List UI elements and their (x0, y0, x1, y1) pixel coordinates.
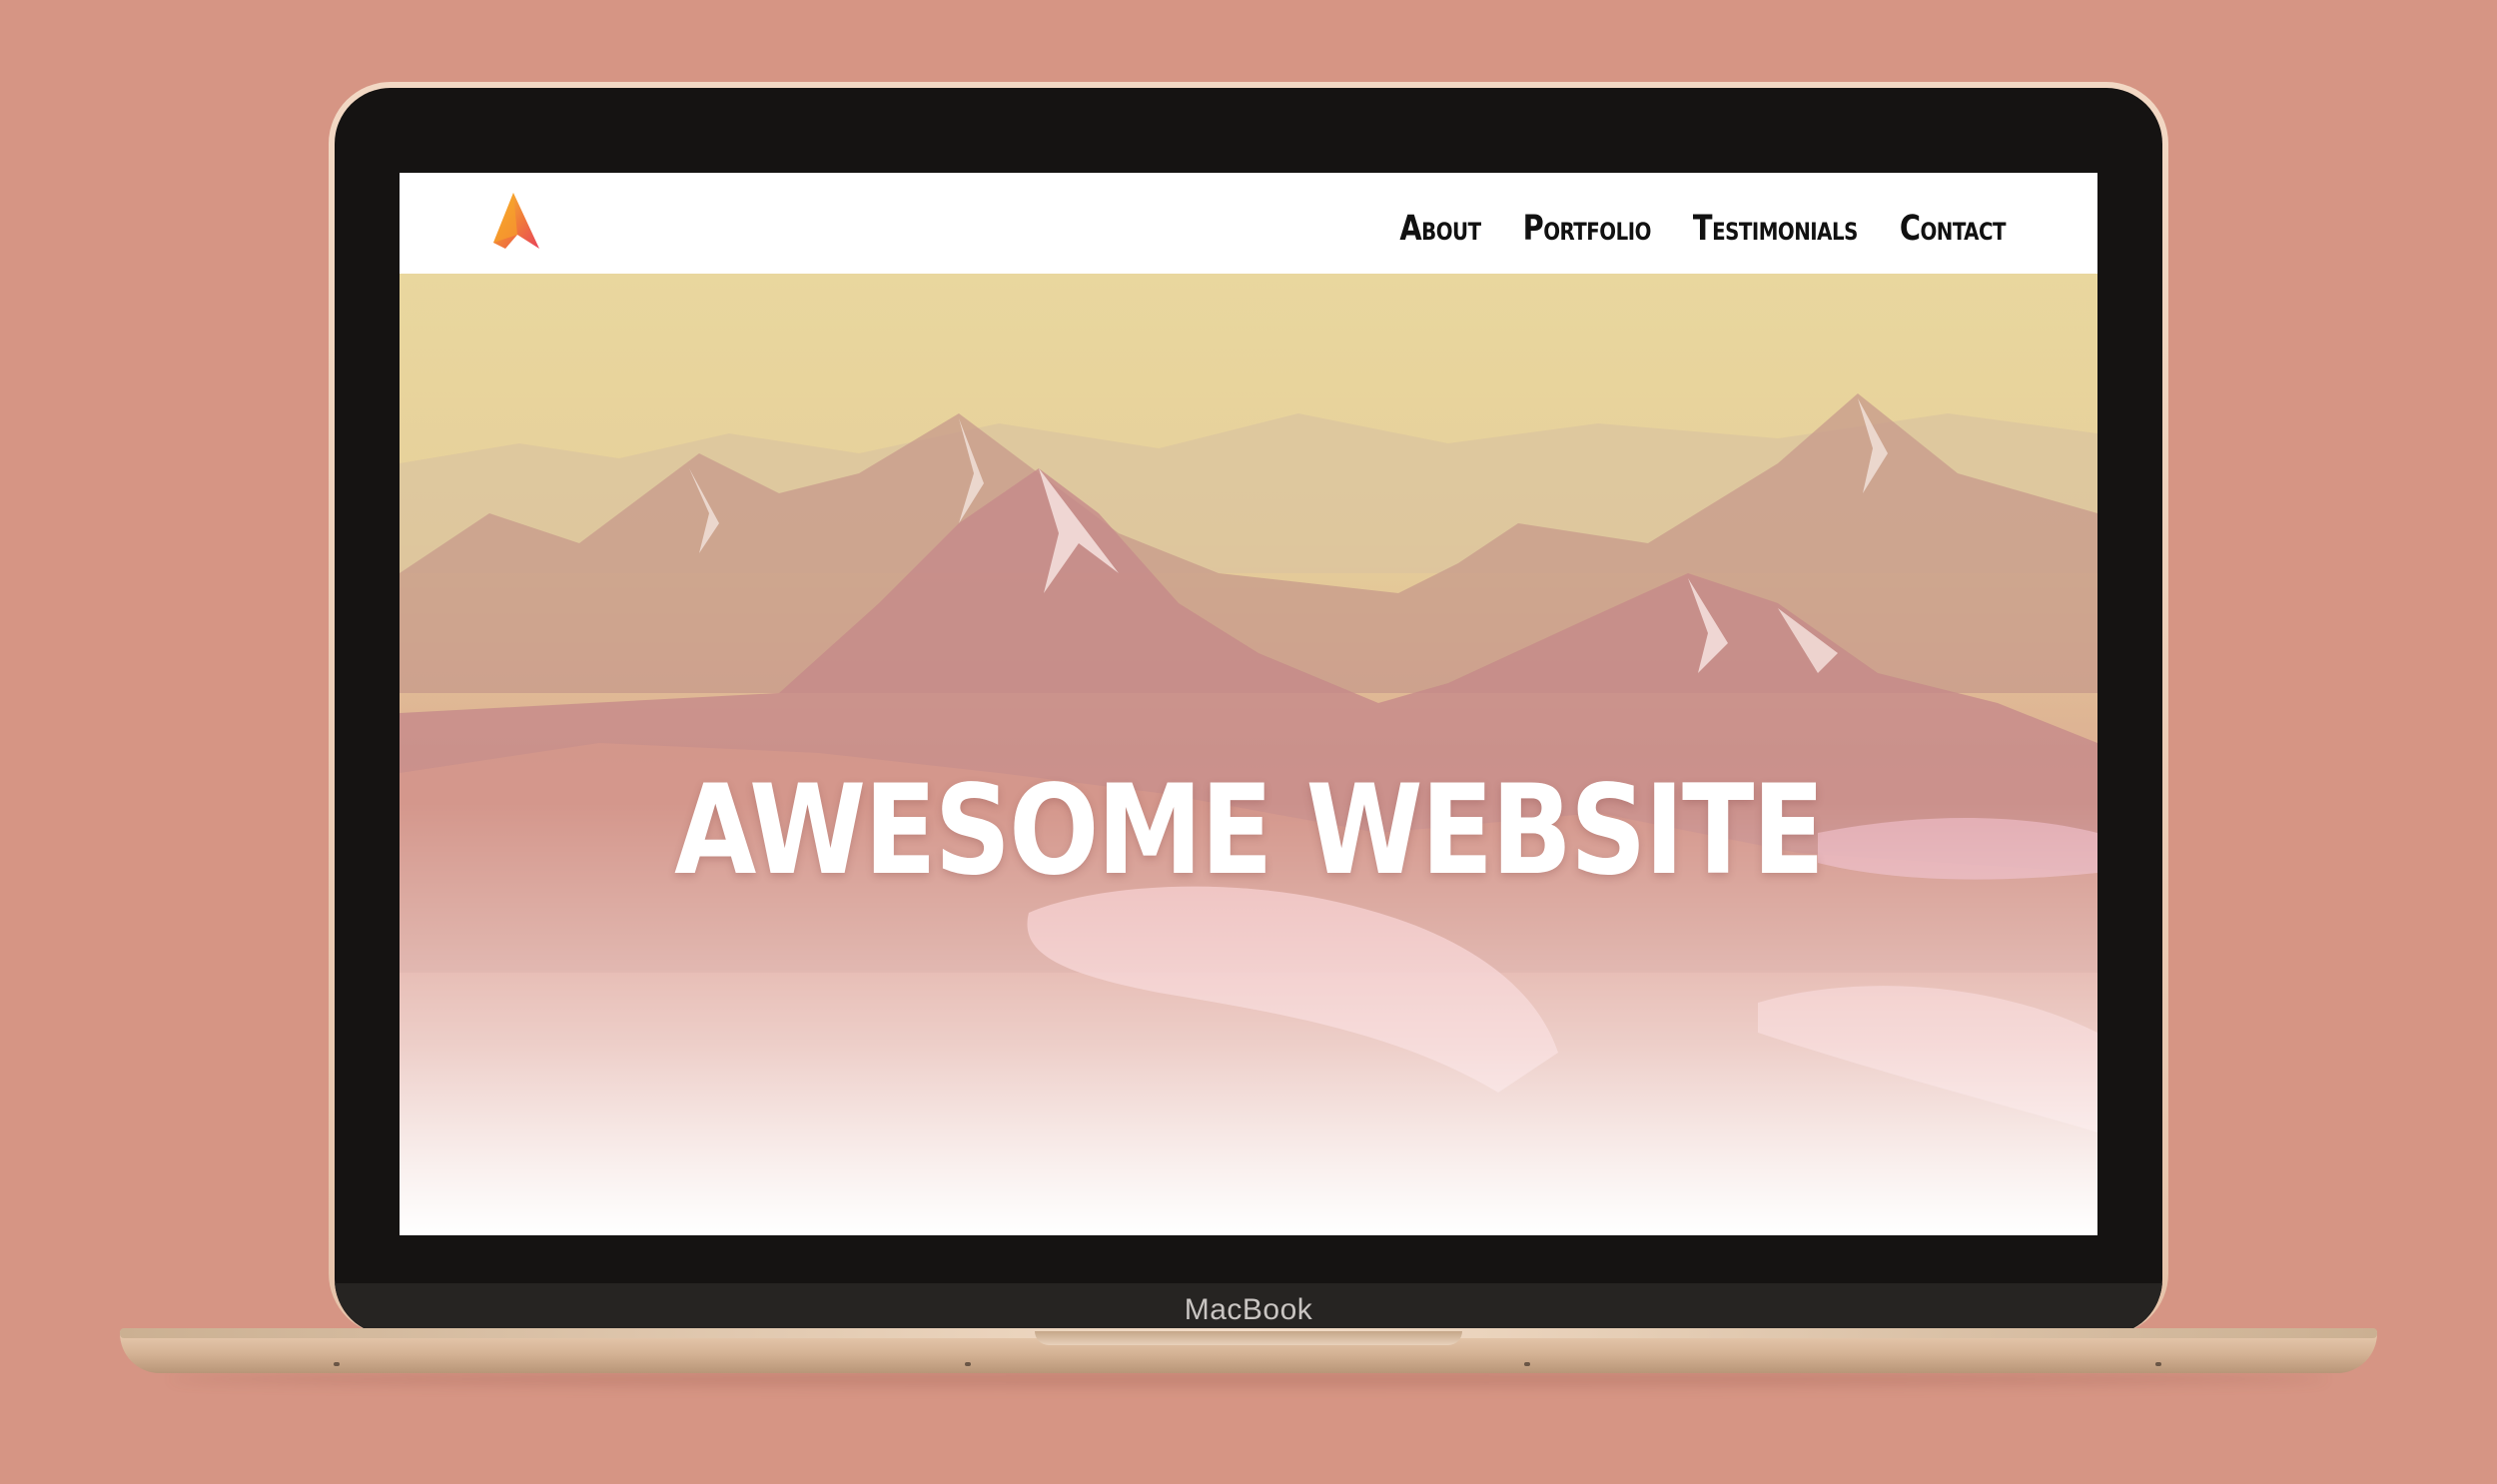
nav-link-about[interactable]: About (1399, 207, 1481, 248)
laptop-foot (2155, 1362, 2161, 1366)
hero-section: AWESOME WEBSITE (400, 274, 2097, 1235)
site-header: About Portfolio Testimonials Contact (400, 173, 2097, 274)
nav-link-testimonials[interactable]: Testimonials (1693, 207, 1858, 248)
laptop-foot (1524, 1362, 1530, 1366)
main-nav: About Portfolio Testimonials Contact (1399, 207, 2007, 248)
laptop-hinge-notch (1035, 1331, 1462, 1345)
laptop-foot (334, 1362, 340, 1366)
laptop-base-shadow (170, 1371, 2327, 1387)
nav-link-portfolio[interactable]: Portfolio (1523, 207, 1652, 248)
website-screen: About Portfolio Testimonials Contact AWE… (400, 173, 2097, 1235)
mountain-peak-logo-icon[interactable] (491, 191, 541, 253)
hero-mountain-background (400, 274, 2097, 1235)
laptop-foot (965, 1362, 971, 1366)
hero-title: AWESOME WEBSITE (674, 757, 1825, 903)
device-brand-label: MacBook (1184, 1293, 1313, 1326)
nav-link-contact[interactable]: Contact (1900, 207, 2007, 248)
